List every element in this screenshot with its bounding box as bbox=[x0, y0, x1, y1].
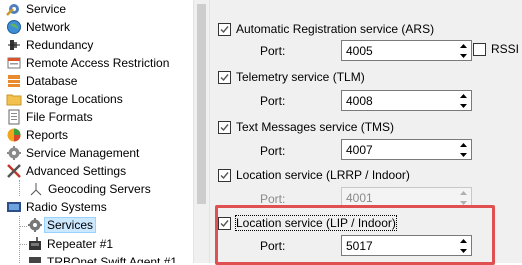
tree-item-label: Services bbox=[43, 217, 97, 233]
spin-down-icon[interactable] bbox=[455, 150, 471, 159]
spin-down-icon[interactable] bbox=[455, 51, 471, 60]
spin-down-icon[interactable] bbox=[455, 246, 471, 255]
remote-access-icon bbox=[6, 55, 22, 71]
tms-port-label: Port: bbox=[260, 144, 286, 158]
tree-guide bbox=[19, 180, 20, 196]
lrrp-port-spinner bbox=[341, 187, 472, 208]
agent-icon bbox=[27, 254, 43, 263]
redundancy-icon bbox=[6, 37, 22, 53]
ars-port-label: Port: bbox=[260, 44, 286, 58]
lip-port-spinner[interactable] bbox=[341, 235, 472, 256]
tools-icon bbox=[6, 163, 22, 179]
scrollbar-thumb[interactable] bbox=[197, 4, 206, 204]
tree-item-network[interactable]: Network bbox=[6, 18, 70, 36]
checkbox-checked[interactable] bbox=[218, 168, 231, 182]
gear-icon bbox=[6, 145, 22, 161]
lip-port-input[interactable] bbox=[344, 237, 456, 254]
tree-item-label: Radio Systems bbox=[26, 200, 107, 214]
tree-item-remote-access-restriction[interactable]: Remote Access Restriction bbox=[6, 54, 169, 72]
geocoding-icon bbox=[28, 181, 44, 197]
tms-service-checkbox[interactable]: Text Messages service (TMS) bbox=[218, 118, 394, 136]
lip-port-label: Port: bbox=[260, 239, 286, 253]
tree-item-label: Database bbox=[26, 74, 78, 88]
tree-item-storage-locations[interactable]: Storage Locations bbox=[6, 90, 123, 108]
spin-up-icon[interactable] bbox=[455, 91, 471, 100]
tree-guide bbox=[19, 226, 27, 227]
ars-service-label: Automatic Registration service (ARS) bbox=[236, 22, 435, 36]
tms-service-label: Text Messages service (TMS) bbox=[236, 120, 395, 134]
tms-port-input[interactable] bbox=[344, 141, 456, 158]
tms-port-spinner[interactable] bbox=[341, 139, 472, 160]
tree-scrollbar[interactable] bbox=[193, 0, 210, 263]
ars-port-spinner[interactable] bbox=[341, 40, 472, 61]
file-icon bbox=[6, 109, 22, 125]
lrrp-port-input bbox=[344, 189, 456, 206]
lrrp-service-checkbox[interactable]: Location service (LRRP / Indoor) bbox=[218, 166, 410, 184]
checkbox-checked[interactable] bbox=[218, 216, 231, 230]
settings-tree: Service Network Redundancy Remote Access… bbox=[0, 0, 193, 263]
tree-item-database[interactable]: Database bbox=[6, 72, 77, 90]
tree-item-label: Advanced Settings bbox=[26, 164, 127, 178]
tree-item-services[interactable]: Services bbox=[27, 216, 97, 234]
tree-item-label: Service bbox=[26, 2, 67, 16]
repeater-icon bbox=[27, 236, 43, 252]
tree-item-geocoding-servers[interactable]: Geocoding Servers bbox=[28, 180, 151, 198]
rssi-label: RSSI bbox=[491, 42, 520, 56]
tree-item-repeater-1[interactable]: Repeater #1 bbox=[27, 235, 113, 253]
tlm-port-label: Port: bbox=[260, 94, 286, 108]
lrrp-service-label: Location service (LRRP / Indoor) bbox=[236, 168, 410, 182]
ars-port-input[interactable] bbox=[344, 42, 456, 59]
services-panel: Automatic Registration service (ARS) Por… bbox=[210, 0, 522, 263]
tree-item-label: Storage Locations bbox=[26, 92, 123, 106]
tree-guide bbox=[19, 244, 27, 245]
radio-system-icon bbox=[6, 199, 22, 215]
tree-item-swift-agent-1[interactable]: TRBOnet Swift Agent #1 bbox=[27, 253, 177, 263]
tree-item-label: Network bbox=[26, 20, 71, 34]
lrrp-port-label: Port: bbox=[260, 192, 286, 206]
tree-item-label: File Formats bbox=[26, 110, 93, 124]
spin-up-icon[interactable] bbox=[455, 140, 471, 149]
spin-up-icon[interactable] bbox=[455, 41, 471, 50]
tree-item-label: Repeater #1 bbox=[47, 237, 114, 251]
ars-service-checkbox[interactable]: Automatic Registration service (ARS) bbox=[218, 20, 434, 38]
gear-icon bbox=[6, 1, 22, 17]
globe-icon bbox=[6, 19, 22, 35]
checkbox-checked[interactable] bbox=[218, 70, 231, 84]
spin-up-icon[interactable] bbox=[455, 236, 471, 245]
tree-item-label: Geocoding Servers bbox=[48, 182, 151, 196]
tree-item-service[interactable]: Service bbox=[6, 0, 66, 18]
tree-guide bbox=[19, 216, 20, 263]
tree-item-reports[interactable]: Reports bbox=[6, 126, 68, 144]
database-icon bbox=[6, 73, 22, 89]
tlm-port-spinner[interactable] bbox=[341, 90, 472, 111]
checkbox-unchecked[interactable] bbox=[473, 42, 486, 56]
tree-item-label: Reports bbox=[26, 128, 69, 142]
spin-up-icon bbox=[455, 188, 471, 197]
tree-item-radio-systems[interactable]: Radio Systems bbox=[6, 198, 107, 216]
checkbox-checked[interactable] bbox=[218, 22, 231, 36]
tree-item-label: Redundancy bbox=[26, 38, 94, 52]
lip-service-label: Location service (LIP / Indoor) bbox=[235, 215, 397, 231]
lip-service-checkbox[interactable]: Location service (LIP / Indoor) bbox=[218, 214, 397, 232]
tree-item-advanced-settings[interactable]: Advanced Settings bbox=[6, 162, 126, 180]
spin-down-icon[interactable] bbox=[455, 101, 471, 110]
checkbox-checked[interactable] bbox=[218, 120, 231, 134]
tree-item-service-management[interactable]: Service Management bbox=[6, 144, 139, 162]
tlm-service-checkbox[interactable]: Telemetry service (TLM) bbox=[218, 68, 365, 86]
folder-icon bbox=[6, 91, 22, 107]
spin-down-icon bbox=[455, 198, 471, 207]
tree-item-file-formats[interactable]: File Formats bbox=[6, 108, 93, 126]
tlm-port-input[interactable] bbox=[344, 92, 456, 109]
tree-item-label: Remote Access Restriction bbox=[26, 56, 170, 70]
gear-icon bbox=[27, 217, 43, 233]
reports-icon bbox=[6, 127, 22, 143]
rssi-checkbox[interactable]: RSSI bbox=[473, 40, 519, 58]
tree-item-label: Service Management bbox=[26, 146, 140, 160]
tlm-service-label: Telemetry service (TLM) bbox=[236, 70, 365, 84]
tree-item-label: TRBOnet Swift Agent #1 bbox=[47, 255, 178, 263]
tree-item-redundancy[interactable]: Redundancy bbox=[6, 36, 93, 54]
